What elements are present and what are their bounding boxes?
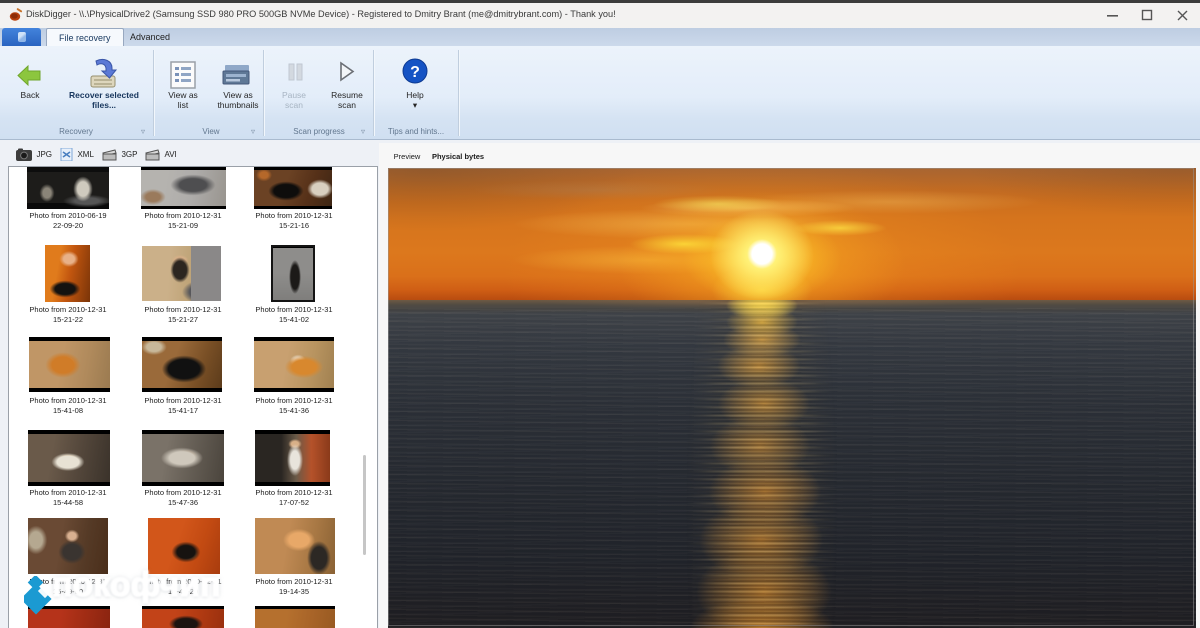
svg-text:?: ? xyxy=(410,64,420,81)
